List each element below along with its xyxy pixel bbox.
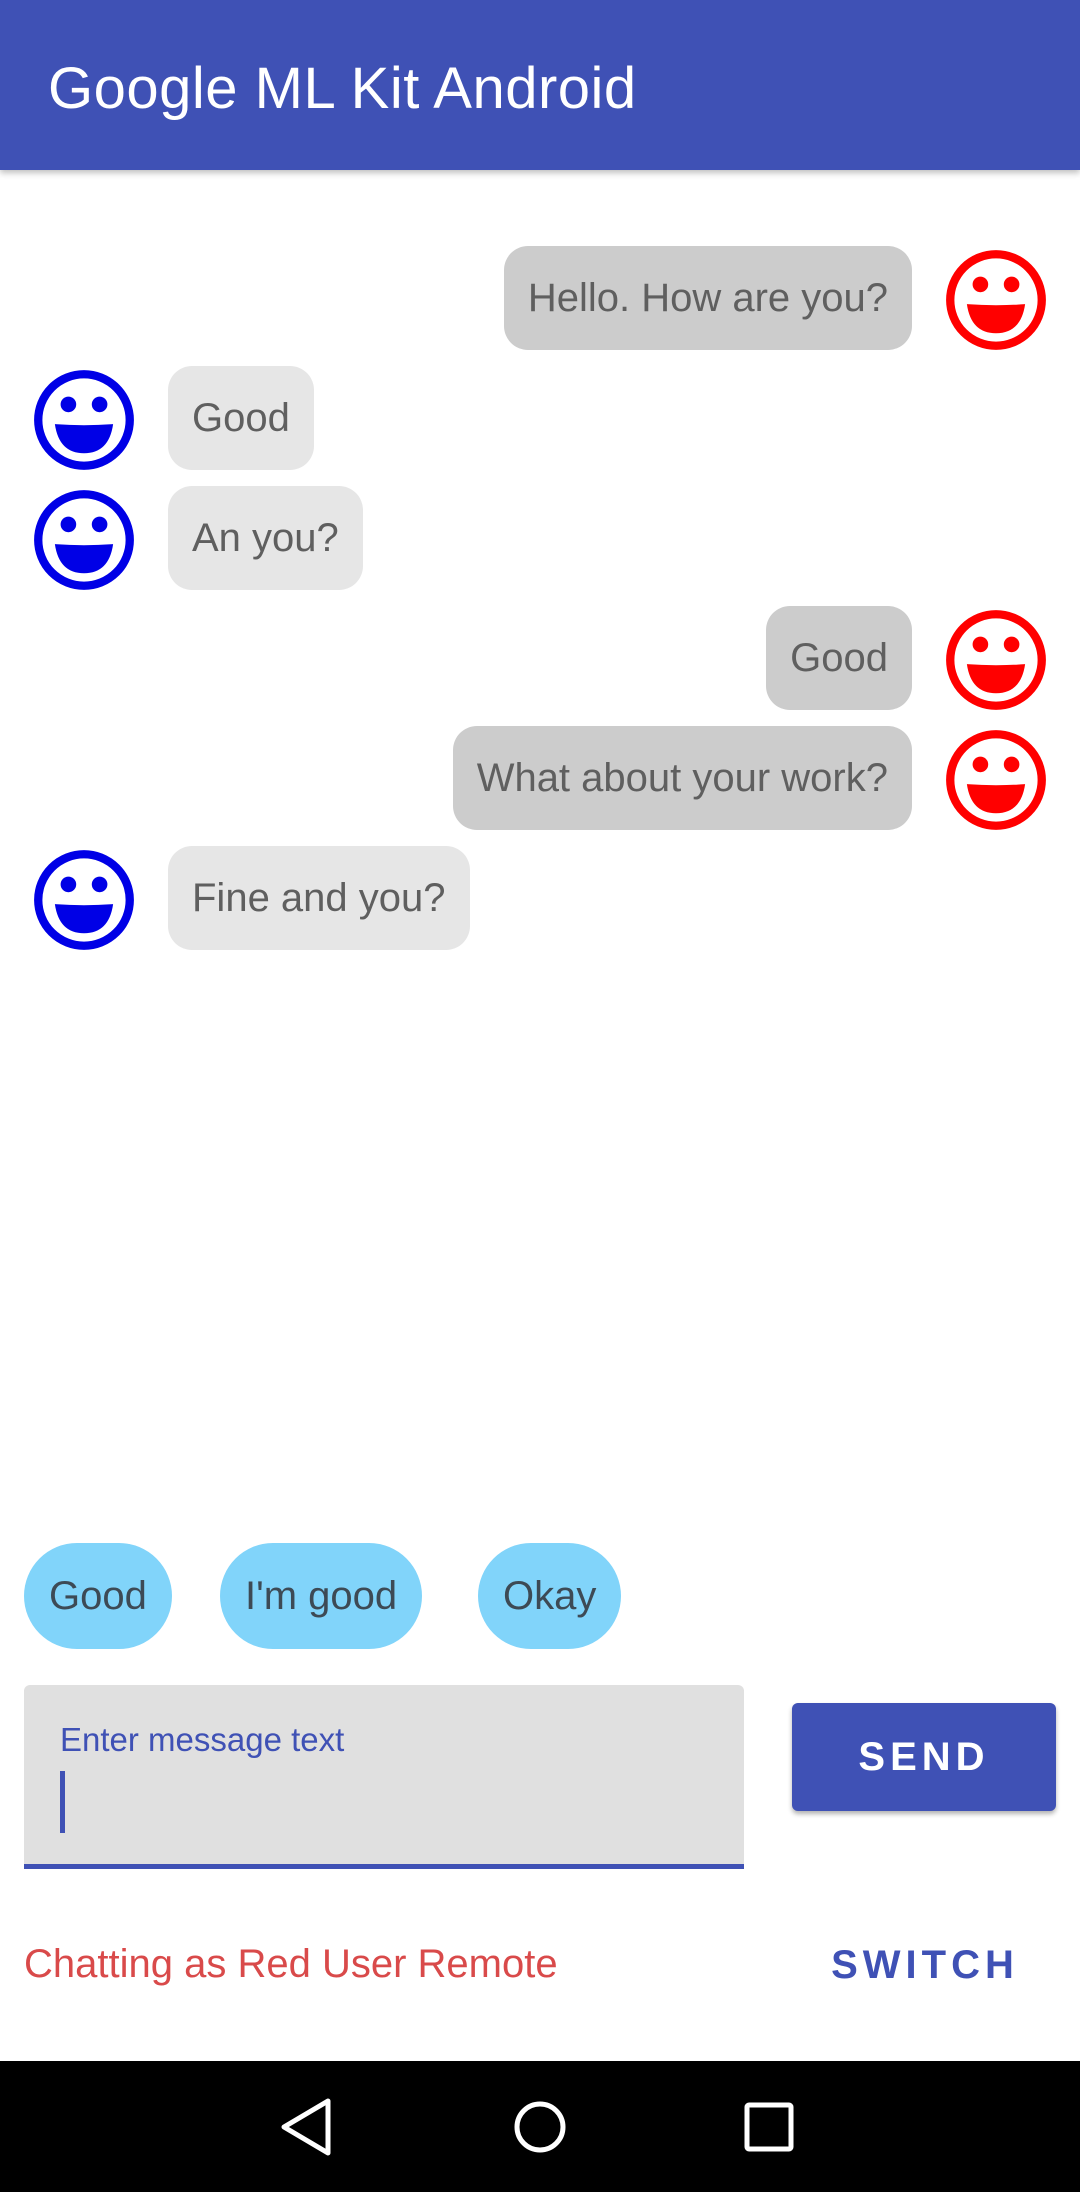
message-input[interactable]: Enter message text bbox=[24, 1685, 744, 1869]
message-bubble: Fine and you? bbox=[168, 846, 470, 950]
home-circle-icon[interactable] bbox=[500, 2087, 580, 2167]
message-row: Hello. How are you? bbox=[0, 246, 1080, 352]
smiley-face-icon bbox=[34, 850, 134, 950]
smiley-face-icon bbox=[34, 370, 134, 470]
chat-message-list[interactable]: Hello. How are you? Good An you? Good Wh… bbox=[0, 170, 1080, 1530]
smiley-face-icon bbox=[946, 610, 1046, 710]
app-bar: Google ML Kit Android bbox=[0, 0, 1080, 170]
smiley-face-icon bbox=[946, 250, 1046, 350]
message-row: Good bbox=[0, 366, 1080, 472]
message-bubble: Good bbox=[766, 606, 912, 710]
message-row: Good bbox=[0, 606, 1080, 712]
message-row: An you? bbox=[0, 486, 1080, 592]
app-title: Google ML Kit Android bbox=[48, 56, 637, 121]
message-bubble: Good bbox=[168, 366, 314, 470]
message-row: Fine and you? bbox=[0, 846, 1080, 952]
chatting-as-status: Chatting as Red User Remote bbox=[24, 1942, 558, 1986]
smiley-face-icon bbox=[34, 490, 134, 590]
suggestion-chip[interactable]: Okay bbox=[478, 1543, 622, 1649]
suggestion-chip[interactable]: Good bbox=[24, 1543, 172, 1649]
recents-square-icon[interactable] bbox=[729, 2087, 809, 2167]
system-navigation-bar bbox=[0, 2061, 1080, 2192]
text-cursor bbox=[60, 1771, 65, 1833]
message-bubble: Hello. How are you? bbox=[503, 246, 912, 350]
message-row: What about your work? bbox=[0, 726, 1080, 832]
smart-reply-suggestions: Good I'm good Okay bbox=[0, 1543, 1080, 1649]
send-button[interactable]: SEND bbox=[792, 1703, 1056, 1811]
back-triangle-icon[interactable] bbox=[268, 2087, 348, 2167]
suggestion-chip[interactable]: I'm good bbox=[220, 1543, 423, 1649]
message-bubble: What about your work? bbox=[452, 726, 912, 830]
message-input-label: Enter message text bbox=[60, 1721, 345, 1758]
smiley-face-icon bbox=[946, 730, 1046, 830]
message-bubble: An you? bbox=[168, 486, 363, 590]
switch-user-button[interactable]: SWITCH bbox=[790, 1910, 1060, 2020]
